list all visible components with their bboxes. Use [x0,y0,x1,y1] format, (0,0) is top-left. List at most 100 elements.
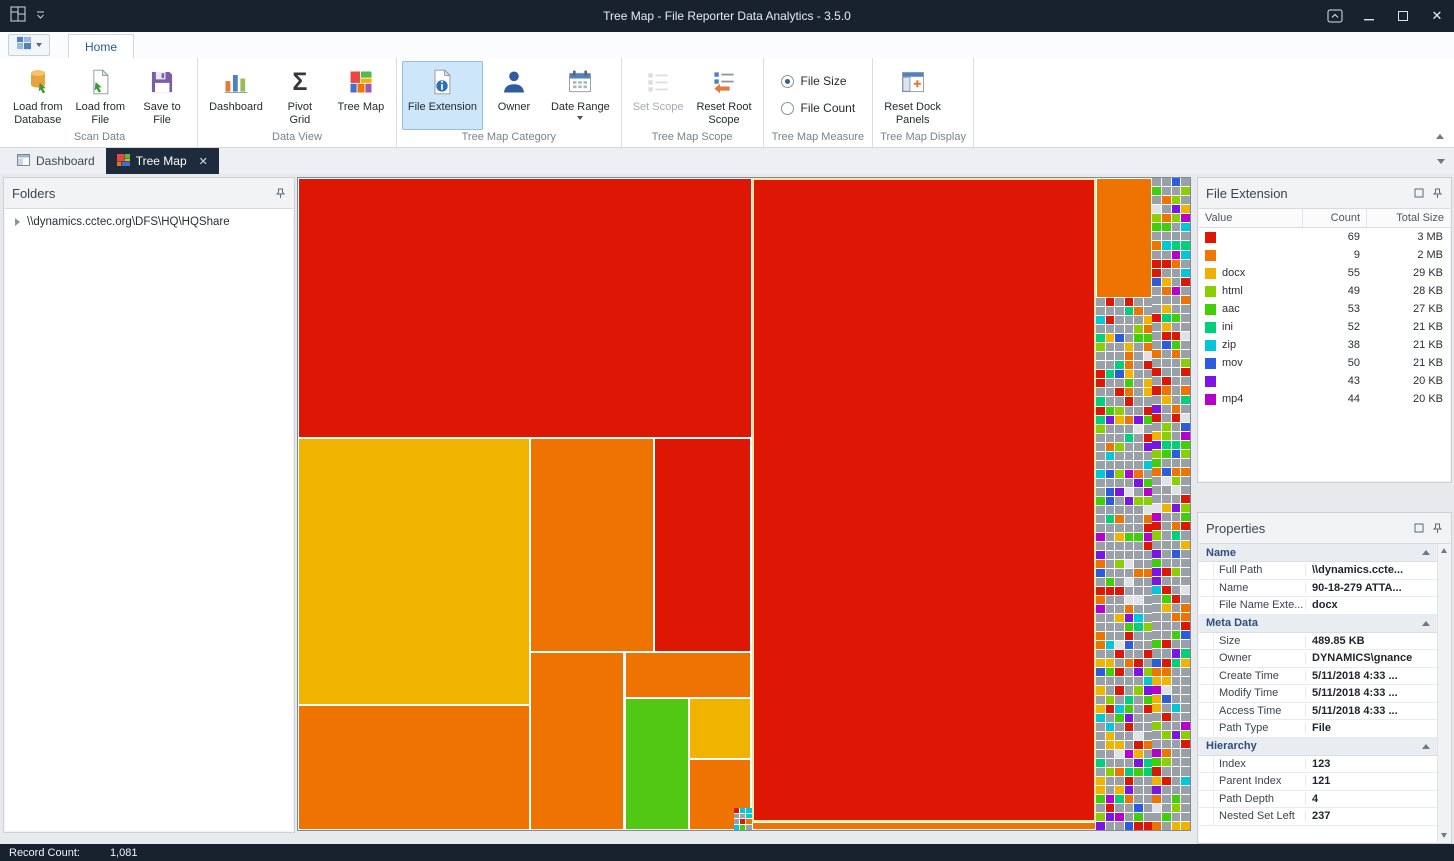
mosaic-cell [1162,586,1171,594]
maximize-panel-icon[interactable] [1414,188,1424,198]
block-yellow-large[interactable] [298,438,530,704]
mosaic-cell [1181,423,1190,431]
application-menu-button[interactable] [8,34,50,56]
file-extension-row[interactable]: zip3821 KB [1199,336,1450,354]
property-row-nested-set-left[interactable]: Nested Set Left237 [1199,808,1437,826]
property-row-owner[interactable]: OwnerDYNAMICS\gnance [1199,650,1437,668]
collapse-chevron-icon[interactable] [1422,550,1430,555]
property-row-parent-index[interactable]: Parent Index121 [1199,773,1437,791]
save-to-file-button[interactable]: Save to File [132,61,192,130]
property-row-name[interactable]: Name90-18-279 ATTA... [1199,580,1437,598]
block-orange-bottom-strip[interactable] [752,822,1096,830]
close-button[interactable]: ✕ [1420,0,1454,32]
expand-arrow-icon[interactable] [15,218,20,226]
extension-total-size: 2 MB [1367,249,1450,261]
mosaic-cell [1125,397,1133,405]
block-orange-top-right[interactable] [1096,178,1152,298]
maximize-panel-icon[interactable] [1414,523,1424,533]
reset-dock-panels-button[interactable]: Reset Dock Panels [878,61,947,130]
file-extension-row[interactable]: 4320 KB [1199,372,1450,390]
tab-list-dropdown-icon[interactable] [1437,159,1445,164]
radio-file-count[interactable]: File Count [781,101,856,115]
property-row-path-depth[interactable]: Path Depth4 [1199,791,1437,809]
scroll-up-icon[interactable] [1441,548,1447,553]
dashboard-button[interactable]: Dashboard [203,61,269,130]
mosaic-cell [1172,396,1181,404]
close-tab-icon[interactable]: ✕ [199,155,208,168]
column-header-total-size[interactable]: Total Size [1367,209,1450,227]
block-orange-mid[interactable] [530,438,654,652]
file-extension-row[interactable]: ini5221 KB [1199,318,1450,336]
mosaic-corner[interactable] [734,808,751,830]
app-icon[interactable] [10,6,26,27]
property-row-size[interactable]: Size489.85 KB [1199,633,1437,651]
property-row-full-path[interactable]: Full Path\\dynamics.ccte... [1199,562,1437,580]
load-from-file-button[interactable]: Load from File [70,61,132,130]
radio-file-size[interactable]: File Size [781,74,856,88]
file-extension-row[interactable]: mp44420 KB [1199,390,1450,408]
minimize-button[interactable] [1352,0,1386,32]
mosaic-right-outer[interactable] [1152,178,1190,830]
block-red-top-left[interactable] [298,178,752,438]
reset-root-scope-button[interactable]: Reset Root Scope [690,61,757,130]
extension-count: 43 [1303,375,1367,387]
collapse-chevron-icon[interactable] [1422,744,1430,749]
block-orange-wide-small[interactable] [625,652,751,698]
mosaic-right-inner[interactable] [1096,298,1152,830]
block-red-small[interactable] [654,438,751,652]
radio-circle-icon[interactable] [781,75,794,88]
block-yellow-small[interactable] [689,698,751,760]
scroll-down-icon[interactable] [1441,833,1447,838]
pivot-grid-button[interactable]: ΣPivot Grid [270,61,330,130]
block-orange-below-yellow[interactable] [298,705,530,830]
mosaic-cell [1162,187,1171,195]
maximize-button[interactable] [1386,0,1420,32]
property-group-meta-data[interactable]: Meta Data [1199,615,1437,633]
mosaic-cell [1096,596,1104,604]
property-row-index[interactable]: Index123 [1199,756,1437,774]
property-row-create-time[interactable]: Create Time5/11/2018 4:33 ... [1199,668,1437,686]
file-extension-row[interactable]: mov5021 KB [1199,354,1450,372]
block-red-center[interactable] [752,178,1096,822]
file-extension-row[interactable]: 693 MB [1199,228,1450,246]
file-extension-row[interactable]: docx5529 KB [1199,264,1450,282]
column-header-count[interactable]: Count [1303,209,1367,227]
mosaic-cell [1162,296,1171,304]
file-extension-row[interactable]: 92 MB [1199,246,1450,264]
document-tab-tree-map[interactable]: Tree Map✕ [106,148,219,174]
ribbon-tab-home[interactable]: Home [68,34,134,59]
date-range-button[interactable]: Date Range [545,61,616,130]
block-orange-tall[interactable] [530,652,625,830]
owner-button[interactable]: Owner [484,61,544,130]
column-header-value[interactable]: Value [1199,209,1303,227]
property-row-modify-time[interactable]: Modify Time5/11/2018 4:33 ... [1199,685,1437,703]
chevron-down-icon [577,116,583,120]
properties-scrollbar[interactable] [1437,544,1450,842]
mosaic-cell [1152,377,1161,385]
property-group-name[interactable]: Name [1199,544,1437,562]
property-row-path-type[interactable]: Path TypeFile [1199,720,1437,738]
pin-icon[interactable] [1432,523,1443,534]
file-extension-row[interactable]: html4928 KB [1199,282,1450,300]
treemap-canvas[interactable] [298,178,1190,830]
set-scope-icon [642,66,674,98]
file-extension-button[interactable]: File Extension [402,61,483,130]
ribbon-display-options-button[interactable] [1318,0,1352,32]
property-row-access-time[interactable]: Access Time5/11/2018 4:33 ... [1199,703,1437,721]
tree-map-button[interactable]: Tree Map [331,61,391,130]
quick-access-customize-icon[interactable] [36,7,45,25]
ribbon-collapse-icon[interactable] [1436,134,1444,139]
radio-circle-icon[interactable] [781,102,794,115]
pin-icon[interactable] [275,188,286,199]
folder-tree-item[interactable]: \\dynamics.cctec.org\DFS\HQ\HQShare [5,209,293,232]
property-row-file-name-exte[interactable]: File Name Exte...docx [1199,597,1437,615]
load-from-database-button[interactable]: Load from Database [7,61,69,130]
file-extension-row[interactable]: aac5327 KB [1199,300,1450,318]
document-tab-dashboard[interactable]: Dashboard [6,148,106,174]
block-green[interactable] [625,698,690,830]
property-group-hierarchy[interactable]: Hierarchy [1199,738,1437,756]
pin-icon[interactable] [1432,188,1443,199]
collapse-chevron-icon[interactable] [1422,621,1430,626]
mosaic-cell [1152,314,1161,322]
mosaic-cell [1106,659,1114,667]
